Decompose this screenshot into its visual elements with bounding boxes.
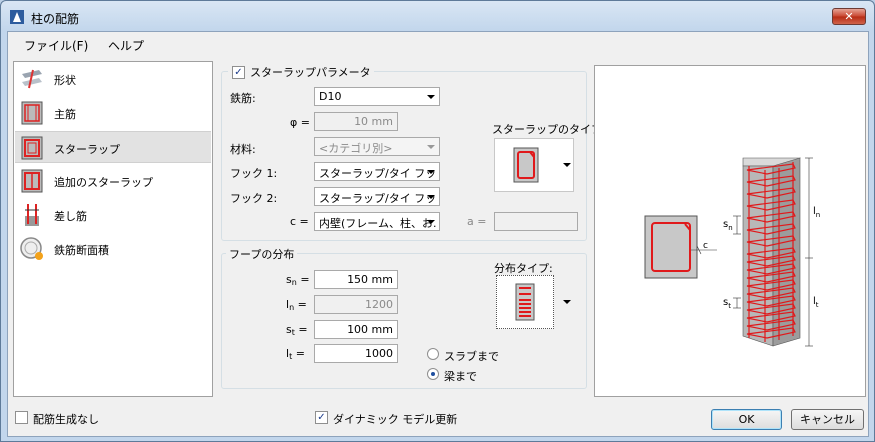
a-field — [494, 212, 578, 231]
nav-item-dowel[interactable]: 差し筋 — [15, 199, 211, 231]
nav-label-rebar-area: 鉄筋断面積 — [54, 244, 109, 257]
chevron-down-icon — [427, 220, 435, 224]
nav-label-stirrup: スターラップ — [54, 143, 120, 156]
stirrup-type-button[interactable] — [494, 138, 574, 192]
ln-label: ln = — [286, 298, 307, 312]
material-select-value: <カテゴリ別> — [319, 142, 393, 155]
ln-field: 1200 — [314, 295, 398, 314]
window-title: 柱の配筋 — [31, 12, 80, 26]
chevron-down-icon — [427, 95, 435, 99]
material-select: <カテゴリ別> — [314, 137, 440, 156]
hoop-distribution-label: フープの分布 — [226, 246, 298, 262]
nav-label-shape: 形状 — [54, 74, 76, 87]
chevron-down-icon — [427, 170, 435, 174]
no-generate-label: 配筋生成なし — [33, 413, 99, 426]
distribution-type-dropdown-icon[interactable] — [563, 300, 571, 304]
stirrup-type-dropdown-icon[interactable] — [563, 163, 571, 167]
hook2-select[interactable]: スターラップ/タイ フッ — [314, 187, 440, 206]
dowel-icon — [25, 204, 39, 226]
menu-help[interactable]: ヘルプ — [108, 37, 144, 54]
hook1-select-value: スターラップ/タイ フッ — [319, 167, 437, 180]
menu-file[interactable]: ファイル(F) — [24, 37, 88, 54]
st-label: st = — [286, 323, 308, 337]
ln-dimension-label: ln — [813, 206, 820, 219]
cover-select[interactable]: 内壁(フレーム、柱、お. — [314, 212, 440, 231]
no-generate-checkbox[interactable] — [15, 411, 28, 424]
revit-app-icon — [10, 10, 24, 24]
nav-label-dowel: 差し筋 — [54, 210, 87, 223]
sn-field[interactable]: 150 mm — [314, 270, 398, 289]
material-label: 材料: — [230, 143, 256, 156]
nav-item-additional-stirrup[interactable]: 追加のスターラップ — [15, 165, 211, 197]
sn-dimension-label: sn — [723, 219, 733, 232]
stirrup-params-legend: スターラップパラメータ — [228, 64, 374, 80]
stirrup-type-label: スターラップのタイプ — [492, 123, 602, 136]
nav-item-main-bar[interactable]: 主筋 — [15, 97, 211, 129]
shape-icon — [22, 69, 42, 89]
nav-item-rebar-area[interactable]: 鉄筋断面積 — [15, 233, 211, 265]
dialog-window: 柱の配筋 ✕ ファイル(F) ヘルプ 形状 主筋 スターラップ 追加のスターラッ… — [0, 0, 875, 442]
hook1-label: フック 1: — [230, 167, 278, 180]
dynamic-update-checkbox[interactable]: ✓ — [315, 411, 328, 424]
nav-label-additional-stirrup: 追加のスターラップ — [54, 176, 153, 189]
stirrup-params-label: スターラップパラメータ — [250, 66, 371, 79]
cover-dimension-label: c — [703, 241, 708, 251]
c-label: c = — [290, 215, 309, 228]
radio-to-slab[interactable] — [427, 348, 439, 360]
dialog-client: ファイル(F) ヘルプ 形状 主筋 スターラップ 追加のスターラップ 差し筋 鉄… — [7, 31, 869, 437]
radio-to-beam[interactable] — [427, 368, 439, 380]
distribution-type-icon — [515, 283, 535, 321]
sn-label: sn = — [286, 273, 310, 287]
a-label: a = — [467, 215, 487, 228]
st-dimension-label: st — [723, 297, 731, 310]
hook2-select-value: スターラップ/タイ フッ — [319, 192, 437, 205]
rebar-label: 鉄筋: — [230, 92, 256, 105]
rebar-area-icon — [20, 237, 43, 260]
cover-select-value: 内壁(フレーム、柱、お. — [319, 217, 437, 230]
radio-to-beam-label: 梁まで — [444, 370, 477, 383]
lt-label: lt = — [286, 347, 305, 361]
title-bar[interactable]: 柱の配筋 ✕ — [1, 1, 874, 31]
phi-label: φ = — [290, 116, 310, 129]
nav-item-stirrup[interactable]: スターラップ — [15, 131, 211, 163]
chevron-down-icon — [427, 145, 435, 149]
distribution-type-button[interactable] — [496, 275, 554, 329]
additional-stirrup-icon — [21, 169, 43, 193]
menu-bar: ファイル(F) ヘルプ — [8, 32, 868, 58]
lt-dimension-label: lt — [813, 296, 819, 309]
distribution-type-label: 分布タイプ: — [494, 262, 553, 275]
rebar-select[interactable]: D10 — [314, 87, 440, 106]
column-rebar-preview: c ln lt sn st — [644, 157, 820, 347]
radio-to-slab-label: スラブまで — [444, 350, 499, 363]
phi-field: 10 mm — [314, 112, 398, 131]
nav-item-shape[interactable]: 形状 — [15, 63, 211, 95]
close-button[interactable]: ✕ — [832, 8, 866, 25]
ok-button[interactable]: OK — [711, 409, 782, 430]
main-bar-icon — [21, 101, 43, 125]
cancel-button[interactable]: キャンセル — [791, 409, 864, 430]
rebar-preview-panel: c ln lt sn st — [594, 65, 866, 397]
nav-label-main-bar: 主筋 — [54, 108, 76, 121]
chevron-down-icon — [427, 195, 435, 199]
category-list: 形状 主筋 スターラップ 追加のスターラップ 差し筋 鉄筋断面積 — [13, 61, 213, 397]
stirrup-icon — [21, 136, 43, 160]
st-field[interactable]: 100 mm — [314, 320, 398, 339]
hook2-label: フック 2: — [230, 192, 278, 205]
stirrup-params-checkbox[interactable]: ✓ — [232, 66, 245, 79]
dynamic-update-label: ダイナミック モデル更新 — [333, 413, 458, 426]
lt-field[interactable]: 1000 — [314, 344, 398, 363]
rebar-select-value: D10 — [319, 90, 342, 103]
hook1-select[interactable]: スターラップ/タイ フッ — [314, 162, 440, 181]
stirrup-type-icon — [513, 147, 539, 183]
